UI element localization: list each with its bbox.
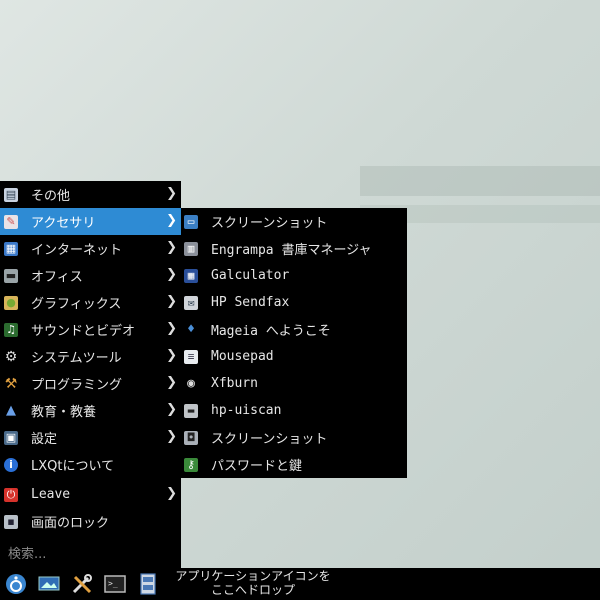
archive-icon: ▥ <box>184 241 198 256</box>
menu-item-office[interactable]: ▬ オフィス ❯ <box>0 262 181 289</box>
desktop-wallpaper-band <box>360 166 600 196</box>
submenu-item-passwords-keys[interactable]: ⚷ パスワードと鍵 <box>181 451 407 478</box>
file-manager-button[interactable] <box>135 572 161 596</box>
submenu-item-label: パスワードと鍵 <box>211 459 303 474</box>
quicklaunch-drop-hint: アプリケーションアイコンを ここへドロップ <box>163 569 343 597</box>
power-icon: ⏻ <box>4 487 18 502</box>
accessories-submenu: ▭ スクリーンショット ▥ Engrampa 書庫マネージャ ▦ Galcula… <box>181 208 407 478</box>
folder-icon: ▤ <box>4 187 18 202</box>
submenu-item-label: Galculator <box>211 268 290 283</box>
screenshot-icon: ▭ <box>184 214 198 229</box>
chevron-right-icon: ❯ <box>166 186 177 201</box>
info-icon: i <box>4 457 18 472</box>
chevron-right-icon: ❯ <box>166 429 177 444</box>
show-desktop-button[interactable] <box>36 572 62 596</box>
scanner-icon: ▬ <box>184 403 198 418</box>
submenu-item-mousepad[interactable]: ≡ Mousepad <box>181 343 407 370</box>
accessories-icon: ✎ <box>4 214 18 229</box>
show-desktop-icon <box>38 576 60 591</box>
terminal-icon: >_ <box>104 575 126 593</box>
menu-item-label: システムツール <box>31 351 122 366</box>
flask-icon: ▲ <box>6 403 16 418</box>
menu-item-label: オフィス <box>31 270 83 285</box>
submenu-item-mageia-welcome[interactable]: ♦ Mageia へようこそ <box>181 316 407 343</box>
submenu-item-hp-sendfax[interactable]: ✉ HP Sendfax <box>181 289 407 316</box>
chevron-right-icon: ❯ <box>166 240 177 255</box>
submenu-item-label: HP Sendfax <box>211 295 290 310</box>
submenu-item-engrampa[interactable]: ▥ Engrampa 書庫マネージャ <box>181 235 407 262</box>
tools-icon <box>72 574 92 594</box>
lock-icon: ▪ <box>4 514 18 529</box>
submenu-item-label: Xfburn <box>211 376 258 391</box>
chevron-right-icon: ❯ <box>166 402 177 417</box>
start-menu-button[interactable] <box>3 572 29 596</box>
menu-item-graphics[interactable]: ● グラフィックス ❯ <box>0 289 181 316</box>
hammer-icon: ⚒ <box>4 375 18 392</box>
menu-item-label: グラフィックス <box>31 297 122 312</box>
submenu-item-label: スクリーンショット <box>211 216 328 231</box>
menu-item-label: Leave <box>31 487 71 502</box>
file-manager-icon <box>140 573 156 595</box>
graphics-icon: ● <box>4 295 18 310</box>
menu-item-programming[interactable]: ⚒ プログラミング ❯ <box>0 370 181 397</box>
disc-icon: ◉ <box>187 376 195 391</box>
keys-icon: ⚷ <box>184 457 198 472</box>
menu-item-lock-screen[interactable]: ▪ 画面のロック <box>0 508 181 535</box>
menu-item-label: 教育・教養 <box>31 405 97 420</box>
application-menu: ▤ その他 ❯ ✎ アクセサリ ❯ ▦ インターネット ❯ ▬ オフィス ❯ ●… <box>0 181 181 568</box>
submenu-item-galculator[interactable]: ▦ Galculator <box>181 262 407 289</box>
gear-icon: ⚙ <box>4 348 18 365</box>
menu-search-input[interactable]: 検索... <box>0 539 181 565</box>
menu-item-sound-video[interactable]: ♫ サウンドとビデオ ❯ <box>0 316 181 343</box>
menu-item-label: その他 <box>31 189 71 204</box>
menu-item-other[interactable]: ▤ その他 ❯ <box>0 181 181 208</box>
calculator-icon: ▦ <box>184 268 198 283</box>
menu-item-label: インターネット <box>31 243 123 258</box>
sound-video-icon: ♫ <box>4 322 18 337</box>
screenshot-camera-icon: ◘ <box>184 430 198 445</box>
drop-hint-line: アプリケーションアイコンを <box>175 569 331 583</box>
mageia-icon: ♦ <box>187 322 195 337</box>
submenu-item-label: Engrampa 書庫マネージャ <box>211 243 372 258</box>
menu-item-system-tools[interactable]: ⚙ システムツール ❯ <box>0 343 181 370</box>
menu-item-label: サウンドとビデオ <box>31 324 136 339</box>
submenu-item-label: スクリーンショット <box>211 432 328 447</box>
submenu-item-screenshot-2[interactable]: ◘ スクリーンショット <box>181 424 407 451</box>
chevron-right-icon: ❯ <box>166 375 177 390</box>
chevron-right-icon: ❯ <box>166 486 177 501</box>
chevron-right-icon: ❯ <box>166 348 177 363</box>
menu-item-label: アクセサリ <box>31 216 96 231</box>
chevron-right-icon: ❯ <box>166 321 177 336</box>
submenu-item-screenshot[interactable]: ▭ スクリーンショット <box>181 208 407 235</box>
menu-item-leave[interactable]: ⏻ Leave ❯ <box>0 481 181 508</box>
text-editor-icon: ≡ <box>184 349 198 364</box>
chevron-right-icon: ❯ <box>166 267 177 282</box>
terminal-button[interactable]: >_ <box>102 572 128 596</box>
menu-item-settings[interactable]: ▣ 設定 ❯ <box>0 424 181 451</box>
tools-button[interactable] <box>69 572 95 596</box>
menu-item-label: 画面のロック <box>31 516 110 531</box>
menu-item-about-lxqt[interactable]: i LXQtについて <box>0 451 181 478</box>
menu-item-education[interactable]: ▲ 教育・教養 ❯ <box>0 397 181 424</box>
menu-item-accessories[interactable]: ✎ アクセサリ ❯ <box>0 208 181 235</box>
menu-item-label: 設定 <box>31 432 58 447</box>
taskbar: >_ アプリケーションアイコンを ここへドロップ <box>0 568 600 600</box>
office-icon: ▬ <box>4 268 18 283</box>
menu-item-internet[interactable]: ▦ インターネット ❯ <box>0 235 181 262</box>
fax-icon: ✉ <box>184 295 198 310</box>
drop-hint-line: ここへドロップ <box>210 583 295 597</box>
internet-icon: ▦ <box>4 241 18 256</box>
start-menu-icon <box>6 574 26 594</box>
menu-item-label: LXQtについて <box>31 459 115 474</box>
settings-icon: ▣ <box>4 430 18 445</box>
submenu-item-label: Mousepad <box>211 349 274 364</box>
submenu-item-hp-uiscan[interactable]: ▬ hp-uiscan <box>181 397 407 424</box>
submenu-item-label: Mageia へようこそ <box>211 324 331 339</box>
submenu-item-label: hp-uiscan <box>211 403 282 418</box>
menu-item-label: プログラミング <box>31 378 123 393</box>
chevron-right-icon: ❯ <box>166 213 177 228</box>
submenu-item-xfburn[interactable]: ◉ Xfburn <box>181 370 407 397</box>
svg-text:>_: >_ <box>108 579 118 588</box>
chevron-right-icon: ❯ <box>166 294 177 309</box>
